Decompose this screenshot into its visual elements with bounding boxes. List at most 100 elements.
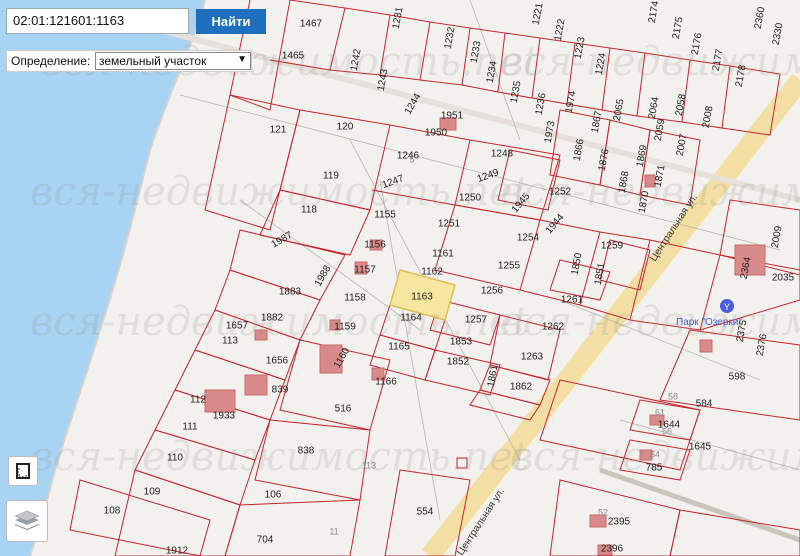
measure-tool-button[interactable]: [8, 456, 38, 486]
parcel-label-110[interactable]: 110: [167, 453, 183, 464]
parcel-label-1850[interactable]: 1850: [570, 252, 585, 276]
parcel-label-1974[interactable]: 1974: [564, 90, 579, 114]
parcel-label-1987[interactable]: 1987: [270, 230, 295, 251]
parcel-label-1951[interactable]: 1951: [441, 111, 464, 122]
parcel-label-1161[interactable]: 1161: [432, 249, 454, 260]
parcel-label-2035[interactable]: 2035: [772, 273, 795, 284]
parcel-label-2065[interactable]: 2065: [612, 98, 627, 122]
parcel-label-119[interactable]: 119: [323, 171, 339, 182]
parcel-label-2007[interactable]: 2007: [675, 133, 690, 157]
parcel-label-108[interactable]: 108: [104, 506, 121, 517]
parcel-label-106[interactable]: 106: [265, 490, 282, 501]
parcel-label-118[interactable]: 118: [301, 205, 317, 216]
small-number-label: 11: [329, 526, 338, 536]
parcel-label-1933[interactable]: 1933: [213, 411, 236, 422]
parcel-label-584[interactable]: 584: [696, 399, 713, 410]
parcel-label-1883[interactable]: 1883: [279, 287, 302, 298]
parcel-label-2059[interactable]: 2059: [653, 118, 668, 142]
cadastral-map[interactable]: вся-недвижимость.net вся-недвижимость.ne…: [0, 0, 800, 556]
parcel-label-1912[interactable]: 1912: [166, 546, 189, 556]
parcel-label-1248[interactable]: 1248: [491, 149, 514, 160]
parcel-label-1467[interactable]: 1467: [300, 19, 323, 30]
parcel-label-2064[interactable]: 2064: [647, 96, 662, 120]
parcel-label-1261[interactable]: 1261: [561, 295, 584, 306]
parcel-label-1164[interactable]: 1164: [400, 313, 422, 324]
definition-select[interactable]: земельный участок ▼: [95, 52, 251, 70]
parcel-label-1254[interactable]: 1254: [517, 233, 540, 244]
parcel-label-1988[interactable]: 1988: [313, 263, 334, 288]
parcel-label-109[interactable]: 109: [144, 487, 161, 498]
parcel-label-1252[interactable]: 1252: [549, 187, 572, 198]
parcel-label-598[interactable]: 598: [729, 372, 746, 383]
parcel-label-121[interactable]: 121: [270, 125, 287, 136]
parcel-label-1157[interactable]: 1157: [354, 265, 376, 276]
parcel-label-1657[interactable]: 1657: [226, 321, 249, 332]
parcel-label-1262[interactable]: 1262: [542, 322, 565, 333]
parcel-label-111[interactable]: 111: [182, 422, 198, 433]
layers-button[interactable]: [6, 500, 48, 542]
parcel-label-2360[interactable]: 2360: [753, 6, 768, 30]
parcel-label-1221[interactable]: 1221: [531, 2, 546, 26]
parcel-label-1944[interactable]: 1944: [544, 212, 567, 236]
parcel-label-112[interactable]: 112: [190, 395, 206, 406]
layers-icon: [14, 510, 40, 530]
parcel-label-2395[interactable]: 2395: [608, 517, 631, 528]
park-poi-label: Парк "Озерки": [676, 317, 742, 328]
svg-text:вся-недвижимость.net: вся-недвижимость.net: [30, 434, 530, 480]
parcel-label-1250[interactable]: 1250: [459, 193, 482, 204]
parcel-label-1231[interactable]: 1231: [391, 6, 406, 30]
parcel-label-838[interactable]: 838: [298, 446, 315, 457]
parcel-label-1236[interactable]: 1236: [534, 92, 549, 116]
small-number-label: 54: [650, 449, 660, 459]
parcel-label-1256[interactable]: 1256: [481, 286, 504, 297]
parcel-label-1259[interactable]: 1259: [601, 241, 624, 252]
road-railway: [599, 467, 800, 543]
parcel-label-1263[interactable]: 1263: [521, 352, 544, 363]
parcel-label-113[interactable]: 113: [222, 336, 238, 347]
parcel-label-1852[interactable]: 1852: [447, 357, 470, 368]
parcel-label-1950[interactable]: 1950: [425, 128, 448, 139]
ruler-corner-icon: [16, 463, 30, 479]
cadastral-number-input[interactable]: 02:01:121601:1163: [6, 8, 189, 34]
parcel-label-1159[interactable]: 1159: [334, 322, 356, 333]
definition-panel: Определение: земельный участок ▼: [6, 50, 252, 72]
parcel-label-1162[interactable]: 1162: [421, 267, 443, 278]
parcel-label-1165[interactable]: 1165: [388, 342, 410, 353]
small-number-label: 56: [662, 426, 672, 436]
parcel-label-785[interactable]: 785: [646, 463, 663, 474]
parcel-label-1861[interactable]: 1861: [486, 364, 501, 388]
small-number-label: 61: [655, 407, 665, 417]
find-button[interactable]: Найти: [196, 9, 266, 34]
parcel-label-1163[interactable]: 1163: [411, 292, 433, 303]
small-number-label: 58: [668, 391, 678, 401]
parcel-label-1155[interactable]: 1155: [374, 210, 396, 221]
parcel-label-1656[interactable]: 1656: [266, 356, 289, 367]
parcel-label-1246[interactable]: 1246: [397, 151, 420, 162]
parcel-label-1851[interactable]: 1851: [593, 262, 608, 286]
parcel-label-2174[interactable]: 2174: [647, 0, 662, 24]
parcel-label-704[interactable]: 704: [257, 535, 274, 546]
parcel-label-1465[interactable]: 1465: [282, 51, 305, 62]
parcel-label-554[interactable]: 554: [417, 507, 434, 518]
parcel-label-2396[interactable]: 2396: [601, 544, 624, 555]
parcel-label-2058[interactable]: 2058: [674, 93, 689, 117]
parcel-label-1869[interactable]: 1869: [635, 144, 650, 168]
parcel-label-1158[interactable]: 1158: [344, 293, 366, 304]
parcel-label-2008[interactable]: 2008: [701, 105, 716, 129]
parcel-label-1853[interactable]: 1853: [450, 337, 473, 348]
svg-text:вся-недвижимость.net: вся-недвижимость.net: [30, 169, 530, 215]
parcel-label-1645[interactable]: 1645: [689, 442, 712, 453]
parcel-label-1156[interactable]: 1156: [364, 240, 386, 251]
parcel-label-516[interactable]: 516: [335, 404, 352, 415]
parcel-label-1882[interactable]: 1882: [261, 313, 284, 324]
parcel-label-1862[interactable]: 1862: [510, 382, 533, 393]
parcel-label-2175[interactable]: 2175: [671, 16, 686, 40]
parcel-label-1166[interactable]: 1166: [375, 377, 397, 388]
parcel-label-1255[interactable]: 1255: [498, 261, 521, 272]
parcel-label-839[interactable]: 839: [272, 385, 289, 396]
parcel-label-1257[interactable]: 1257: [465, 315, 488, 326]
parcel-label-1251[interactable]: 1251: [438, 219, 461, 230]
parcel-label-2009[interactable]: 2009: [770, 225, 785, 249]
parcel-label-1867[interactable]: 1867: [590, 110, 605, 134]
parcel-label-120[interactable]: 120: [337, 122, 354, 133]
